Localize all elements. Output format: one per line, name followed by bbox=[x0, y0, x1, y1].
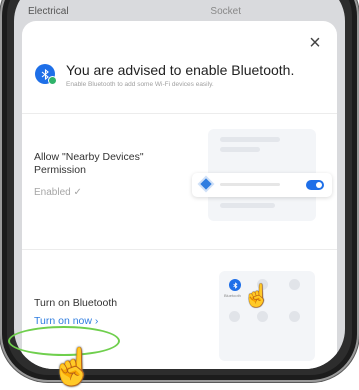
placeholder-line bbox=[220, 203, 275, 208]
placeholder-line bbox=[220, 147, 260, 152]
bluetooth-icon bbox=[35, 64, 57, 85]
nearby-devices-permission-label: Allow "Nearby Devices" Permission bbox=[34, 151, 144, 176]
bluetooth-caption: Bluetooth bbox=[224, 293, 241, 298]
phone-frame: Electrical Socket × You are advised to e… bbox=[2, 0, 357, 380]
bluetooth-advice-dialog: × You are advised to enable Bluetooth. E… bbox=[22, 21, 337, 369]
turn-on-bluetooth-label: Turn on Bluetooth bbox=[34, 297, 118, 309]
close-button[interactable]: × bbox=[303, 31, 327, 55]
permission-status: Enabled ✓ bbox=[34, 187, 82, 198]
bluetooth-icon bbox=[229, 279, 241, 291]
dialog-subtitle: Enable Bluetooth to add some Wi-Fi devic… bbox=[66, 81, 214, 88]
pointing-hand-icon: ☝ bbox=[243, 283, 271, 308]
permission-toggle-icon bbox=[306, 180, 324, 190]
placeholder-line bbox=[220, 183, 280, 186]
placeholder-circle bbox=[289, 311, 300, 322]
divider bbox=[22, 249, 337, 250]
permission-toggle-card bbox=[192, 173, 332, 197]
placeholder-circle bbox=[257, 311, 268, 322]
phone-screen: Electrical Socket × You are advised to e… bbox=[14, 0, 345, 369]
status-dot-icon bbox=[48, 76, 57, 85]
placeholder-circle bbox=[289, 279, 300, 290]
location-icon bbox=[200, 178, 212, 190]
placeholder-circle bbox=[229, 311, 240, 322]
dialog-title: You are advised to enable Bluetooth. bbox=[66, 62, 295, 78]
divider bbox=[22, 113, 337, 114]
bluetooth-preview-image: Bluetooth ☝ bbox=[219, 271, 315, 361]
placeholder-line bbox=[220, 137, 280, 142]
pointing-hand-icon: ☝ bbox=[50, 346, 95, 387]
